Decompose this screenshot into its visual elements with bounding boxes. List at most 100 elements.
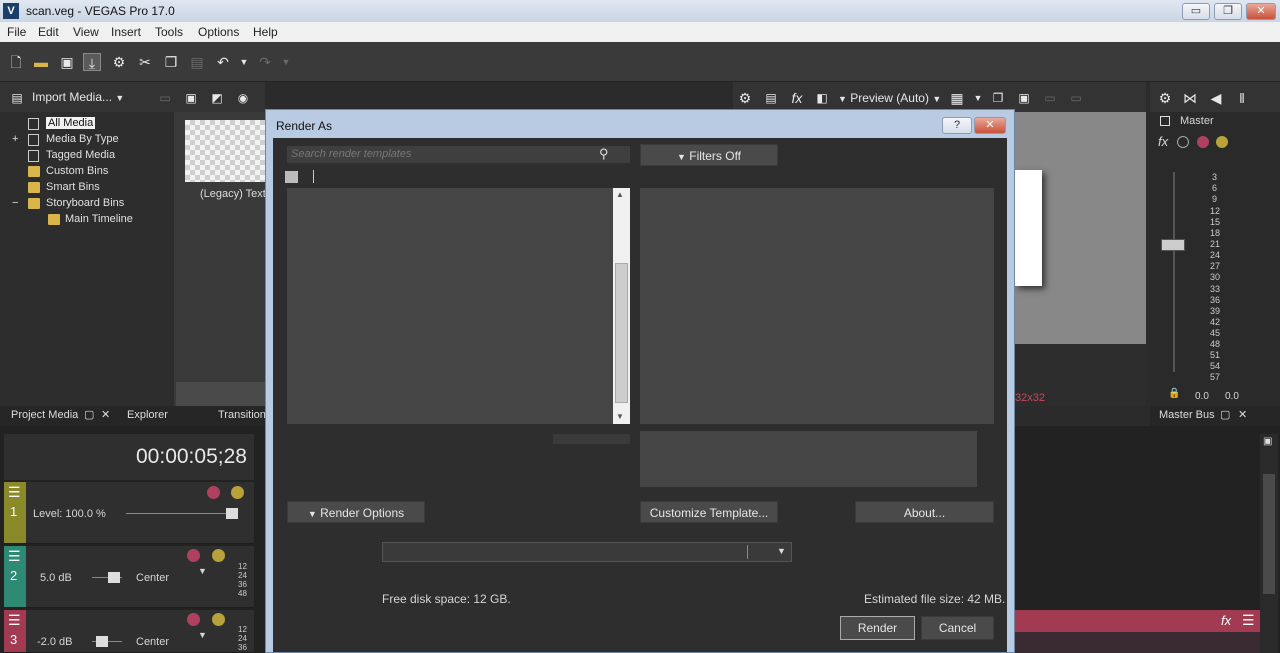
overlays-grid-icon[interactable]: ▦: [948, 89, 966, 107]
new-file-icon[interactable]: 🗋: [7, 53, 25, 71]
collapse-icon[interactable]: −: [12, 197, 18, 209]
track-menu-icon[interactable]: ☰: [8, 548, 21, 565]
template-scrollbar[interactable]: ▲ ▼: [613, 188, 630, 424]
tab-project-media[interactable]: Project Media: [11, 409, 78, 421]
bowtie-icon[interactable]: ⋈: [1181, 89, 1199, 107]
maximize-icon[interactable]: ▢: [1220, 408, 1230, 421]
mute-icon[interactable]: [1197, 136, 1209, 148]
tree-item-custom-bins[interactable]: Custom Bins: [46, 165, 108, 177]
close-icon[interactable]: ✕: [101, 408, 110, 421]
audio-event-body[interactable]: [1015, 632, 1260, 653]
tab-transitions[interactable]: Transition: [218, 409, 266, 421]
pan-marker-icon[interactable]: ▼: [198, 630, 207, 640]
scroll-down-icon[interactable]: ▼: [616, 412, 624, 421]
tree-item-smart-bins[interactable]: Smart Bins: [46, 181, 100, 193]
scroll-menu-icon[interactable]: ▣: [1263, 436, 1272, 447]
preview-device-icon[interactable]: ▤: [762, 89, 780, 107]
master-checkbox-icon[interactable]: [1160, 116, 1170, 126]
solo-icon[interactable]: [212, 549, 225, 562]
timeline-vertical-scrollbar[interactable]: ▣: [1260, 434, 1278, 653]
remove-media-icon[interactable]: ▭: [156, 89, 174, 107]
level-slider-handle[interactable]: [226, 508, 238, 519]
mute-icon[interactable]: [187, 613, 200, 626]
track-header-2[interactable]: ☰ 2 5.0 dB Center ▼: [4, 546, 254, 608]
cut-icon[interactable]: ✂: [136, 53, 154, 71]
menu-insert[interactable]: Insert: [111, 25, 141, 39]
maximize-icon[interactable]: ▢: [84, 408, 94, 421]
import-media-button[interactable]: Import Media... ▼: [32, 90, 124, 104]
solo-icon[interactable]: [1216, 136, 1228, 148]
lock-icon[interactable]: 🔒: [1168, 388, 1180, 399]
chevron-down-icon[interactable]: ▼: [777, 546, 786, 556]
close-window-button[interactable]: ✕: [1246, 3, 1276, 20]
render-as-icon[interactable]: ⤓: [83, 53, 101, 71]
event-fx-icon[interactable]: fx: [1221, 613, 1231, 628]
mixer-settings-gear-icon[interactable]: ⚙: [1156, 89, 1174, 107]
about-button[interactable]: About...: [855, 501, 994, 523]
dialog-close-button[interactable]: ✕: [974, 117, 1006, 134]
scroll-up-icon[interactable]: ▲: [616, 190, 624, 199]
menu-tools[interactable]: Tools: [155, 25, 183, 39]
tab-master-bus[interactable]: Master Bus: [1159, 409, 1215, 421]
preview-quality-dropdown[interactable]: ▼ Preview (Auto) ▼: [838, 91, 941, 105]
mute-icon[interactable]: [207, 486, 220, 499]
menu-edit[interactable]: Edit: [38, 25, 59, 39]
tree-item-storyboard-bins[interactable]: Storyboard Bins: [46, 197, 124, 209]
media-thumbnail[interactable]: [185, 120, 265, 182]
menu-help[interactable]: Help: [253, 25, 278, 39]
menu-view[interactable]: View: [73, 25, 99, 39]
copy-icon[interactable]: ❐: [162, 53, 180, 71]
track-header-1[interactable]: ☰ 1 Level: 100.0 %: [4, 482, 254, 544]
master-fx-icon[interactable]: fx: [1158, 134, 1168, 149]
close-icon[interactable]: ✕: [1238, 408, 1247, 421]
solo-icon[interactable]: [212, 613, 225, 626]
volume-slider-handle[interactable]: [108, 572, 120, 583]
track-menu-icon[interactable]: ☰: [8, 484, 21, 501]
expand-icon[interactable]: +: [12, 133, 18, 145]
filters-button[interactable]: ▼ Filters Off: [640, 144, 778, 166]
save-icon[interactable]: ▣: [58, 53, 76, 71]
track-header-3[interactable]: ☰ 3 -2.0 dB Center ▼: [4, 610, 254, 653]
preview-disabled-icon[interactable]: ▭: [1067, 89, 1085, 107]
undo-icon[interactable]: ↶: [214, 53, 232, 71]
chevron-down-icon[interactable]: ▼: [969, 89, 987, 107]
minimize-button[interactable]: ▭: [1182, 3, 1210, 20]
menu-options[interactable]: Options: [198, 25, 239, 39]
search-field[interactable]: Search render templates ⚲: [287, 146, 630, 163]
tree-item-all-media[interactable]: All Media: [46, 117, 96, 129]
redo-icon[interactable]: ↷: [256, 53, 274, 71]
properties-gear-icon[interactable]: ⚙: [110, 53, 128, 71]
speaker-icon[interactable]: ◀: [1207, 89, 1225, 107]
track-menu-icon[interactable]: ☰: [8, 612, 21, 629]
media-view-icon[interactable]: ▤: [8, 89, 26, 107]
preview-disabled-icon[interactable]: ▭: [1041, 89, 1059, 107]
redo-dropdown-icon[interactable]: ▼: [277, 53, 295, 71]
mute-icon[interactable]: [187, 549, 200, 562]
master-settings-icon[interactable]: [1177, 136, 1189, 148]
search-icon[interactable]: ⚲: [599, 146, 609, 162]
media-fx-icon[interactable]: ◩: [208, 89, 226, 107]
capture-icon[interactable]: ▣: [182, 89, 200, 107]
open-folder-icon[interactable]: ▬: [32, 53, 50, 71]
volume-slider-handle[interactable]: [96, 636, 108, 647]
tree-item-media-by-type[interactable]: Media By Type: [46, 133, 119, 145]
timecode[interactable]: 00:00:05;28: [136, 445, 247, 469]
mixer-faders-icon[interactable]: ‖: [1233, 89, 1251, 107]
tab-explorer[interactable]: Explorer: [127, 409, 168, 421]
cancel-button[interactable]: Cancel: [921, 616, 994, 640]
preview-settings-gear-icon[interactable]: ⚙: [736, 89, 754, 107]
save-snapshot-icon[interactable]: ▣: [1015, 89, 1033, 107]
video-fx-icon[interactable]: fx: [788, 89, 806, 107]
menu-file[interactable]: File: [7, 25, 26, 39]
scroll-thumb[interactable]: [1263, 474, 1275, 594]
template-tree[interactable]: [287, 188, 613, 424]
master-fader-handle[interactable]: [1161, 239, 1185, 251]
tree-item-tagged-media[interactable]: Tagged Media: [46, 149, 115, 161]
render-button[interactable]: Render: [840, 616, 915, 640]
tree-item-main-timeline[interactable]: Main Timeline: [65, 213, 133, 225]
scroll-thumb[interactable]: [615, 263, 628, 403]
audio-event-header[interactable]: fx ☰: [1015, 610, 1260, 632]
copy-snapshot-icon[interactable]: ❐: [989, 89, 1007, 107]
favorites-toggle-icon[interactable]: [285, 171, 298, 183]
pan-marker-icon[interactable]: ▼: [198, 566, 207, 576]
